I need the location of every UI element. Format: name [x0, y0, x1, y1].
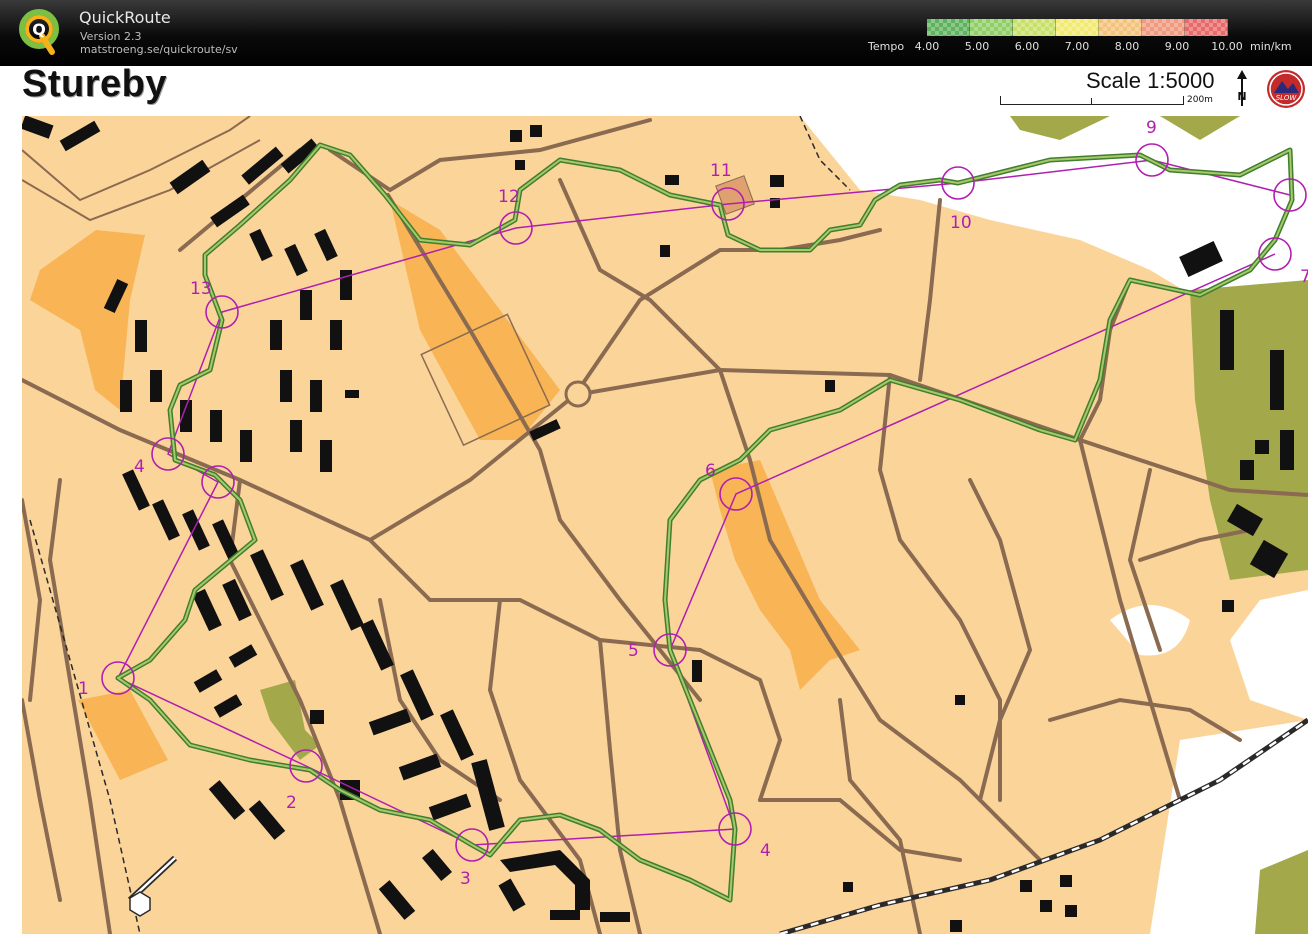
tempo-tick: 6.00	[1014, 40, 1040, 53]
north-arrow-icon: N	[1237, 70, 1247, 106]
tempo-tick: 9.00	[1164, 40, 1190, 53]
tempo-color-segment	[1099, 19, 1142, 36]
logo-letter: Q	[32, 20, 46, 39]
tempo-label: Tempo	[868, 40, 905, 53]
tempo-color-segment	[970, 19, 1013, 36]
tempo-color-segment	[927, 19, 970, 36]
control-label: 12	[498, 187, 520, 207]
control-label: 13	[190, 279, 212, 299]
tempo-tick: 4.00	[914, 40, 940, 53]
tempo-color-scale	[927, 19, 1228, 36]
app-url[interactable]: matstroeng.se/quickroute/sv	[80, 43, 238, 56]
app-title: QuickRoute	[79, 8, 171, 27]
tempo-tick: 10.00	[1211, 40, 1243, 53]
club-logo-icon: SLOW	[1267, 70, 1305, 108]
tempo-tick: 5.00	[964, 40, 990, 53]
control-label: 2	[286, 793, 297, 813]
roundabout	[564, 380, 592, 408]
tempo-color-segment	[1142, 19, 1185, 36]
scale-distance: 200m	[1187, 95, 1213, 105]
tempo-color-segment	[1185, 19, 1228, 36]
control-label: 5	[628, 641, 639, 661]
control-label: 10	[950, 213, 972, 233]
control-label: 6	[705, 461, 716, 481]
control-label: 3	[460, 869, 471, 889]
map-title: Stureby	[22, 63, 167, 105]
orienteering-map[interactable]: 1 2 3 4 5 6 7 9 10 11 12 13 4	[22, 116, 1308, 934]
app-header: Q QuickRoute Version 2.3 matstroeng.se/q…	[0, 0, 1312, 66]
control-label: 11	[710, 161, 732, 181]
tempo-color-segment	[1013, 19, 1056, 36]
scale-label: Scale 1:5000	[1086, 68, 1215, 93]
tempo-tick: 8.00	[1114, 40, 1140, 53]
control-label: 4	[134, 457, 145, 477]
north-letter: N	[1237, 90, 1246, 103]
scale-bar	[1000, 96, 1184, 105]
quickroute-logo-icon: Q	[19, 9, 59, 55]
tempo-unit: min/km	[1250, 40, 1292, 53]
club-logo-text: SLOW	[1276, 94, 1298, 102]
control-label: 4	[760, 841, 771, 861]
control-label: 7	[1300, 267, 1308, 287]
app-version: Version 2.3	[80, 30, 142, 43]
control-label: 9	[1146, 118, 1157, 138]
tempo-color-segment	[1056, 19, 1099, 36]
control-label: 1	[78, 679, 89, 699]
tempo-tick: 7.00	[1064, 40, 1090, 53]
